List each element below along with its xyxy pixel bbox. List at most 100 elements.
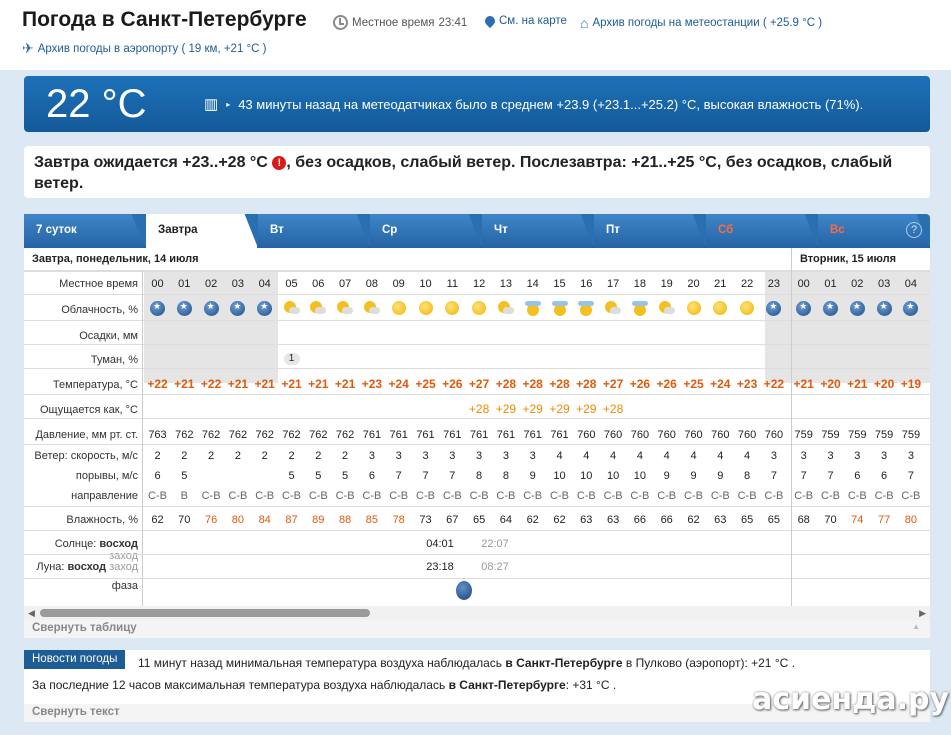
hour-cell: 07 xyxy=(338,278,352,290)
clock-icon xyxy=(333,15,348,30)
gust-cell: 6 xyxy=(881,470,888,482)
airplane-icon: ✈ xyxy=(22,40,34,56)
sunpc-icon xyxy=(363,301,380,315)
row-label-feels: Ощущается как, °C xyxy=(39,404,138,416)
cloud-cell xyxy=(492,301,519,318)
temp-cell: +23 xyxy=(736,377,758,391)
cloud-cell xyxy=(198,301,225,319)
pressure-cell: 761 xyxy=(550,429,569,441)
pressure-cell: 762 xyxy=(175,429,194,441)
row-divider xyxy=(24,506,930,507)
gust-cell: 8 xyxy=(502,470,509,482)
hour-cell: 18 xyxy=(633,278,647,290)
map-link[interactable]: См. на карте xyxy=(482,13,567,29)
wind-cell: 2 xyxy=(181,450,188,462)
tab-tomorrow[interactable]: Завтра xyxy=(146,214,258,248)
temp-cell: +19 xyxy=(900,377,922,391)
warning-icon[interactable]: ! xyxy=(272,156,287,170)
direction-cell: С-В xyxy=(764,490,784,502)
tab-7-days[interactable]: 7 суток xyxy=(24,214,146,248)
station-archive-link[interactable]: ⌂ Архив погоды на метеостанции ( +25.9 °… xyxy=(580,15,822,31)
hour-cell: 17 xyxy=(606,278,620,290)
hour-cell: 19 xyxy=(660,278,673,290)
direction-cell: С-В xyxy=(847,490,867,502)
direction-cell: С-В xyxy=(821,490,840,502)
scroll-left-icon[interactable]: ◀ xyxy=(28,608,35,619)
hour-cell: 09 xyxy=(392,278,405,290)
cloud-cell xyxy=(171,301,198,319)
scroll-right-icon[interactable]: ▶ xyxy=(919,608,926,619)
humidity-cell: 70 xyxy=(178,514,191,526)
station-archive-text[interactable]: Архив погоды на метеостанции ( +25.9 °C … xyxy=(592,17,822,29)
hour-cell: 05 xyxy=(285,278,298,290)
hour-cell: 16 xyxy=(580,278,593,290)
weather-station-icon: ⌂ xyxy=(580,15,589,31)
sunpc-icon xyxy=(497,301,514,315)
gust-cell: 7 xyxy=(907,470,914,482)
wind-cell: 4 xyxy=(610,450,617,462)
temp-cell: +21 xyxy=(254,377,275,391)
pressure-cell: 759 xyxy=(874,429,894,441)
wind-cell: 2 xyxy=(315,450,322,462)
humidity-cell: 62 xyxy=(687,514,700,526)
collapse-table-link[interactable]: Свернуть таблицу ▲ xyxy=(24,620,930,638)
hour-cell: 15 xyxy=(553,278,566,290)
collapse-arrow-icon[interactable]: ▲ xyxy=(912,622,920,631)
temp-cell: +20 xyxy=(820,377,841,391)
tab-thu[interactable]: Чт xyxy=(482,214,594,248)
cloud-cell xyxy=(871,301,898,319)
pressure-cell: 761 xyxy=(523,429,542,441)
pressure-cell: 760 xyxy=(603,429,623,441)
cloud-cell xyxy=(385,301,412,318)
temp-cell: +22 xyxy=(200,377,222,391)
wind-cell: 4 xyxy=(583,450,590,462)
temp-cell: +28 xyxy=(495,377,517,391)
local-time-label: Местное время xyxy=(352,16,435,29)
humidity-cell: 67 xyxy=(446,514,459,526)
gust-cell: 7 xyxy=(770,470,777,482)
temp-cell: +24 xyxy=(710,377,731,391)
gust-cell: 7 xyxy=(422,470,429,482)
moon-set-label: заход xyxy=(109,561,138,573)
sun-icon xyxy=(445,301,460,315)
row-divider xyxy=(24,444,930,445)
horizontal-scrollbar[interactable]: ◀ ▶ xyxy=(24,606,930,620)
forecast-tomorrow: Завтра ожидается +23..+28 °C xyxy=(34,154,268,171)
row-divider xyxy=(24,394,930,395)
temp-cell: +21 xyxy=(793,377,814,391)
map-link-text[interactable]: См. на карте xyxy=(499,15,567,27)
wind-cell: 3 xyxy=(529,450,536,462)
hour-cell: 00 xyxy=(797,278,810,290)
sunc-icon xyxy=(551,301,568,316)
cloud-cell xyxy=(251,301,278,319)
hour-cell: 06 xyxy=(312,278,325,290)
row-divider xyxy=(24,344,930,345)
temp-cell: +23 xyxy=(361,377,383,391)
airport-archive-text[interactable]: Архив погоды в аэропорту ( 19 км, +21 °C… xyxy=(38,43,267,55)
tab-sat[interactable]: Сб xyxy=(706,214,818,248)
tab-tue[interactable]: Вт xyxy=(258,214,370,248)
airport-archive-link[interactable]: ✈ Архив погоды в аэропорту ( 19 км, +21 … xyxy=(22,40,266,57)
collapse-table-text[interactable]: Свернуть таблицу xyxy=(32,622,137,634)
direction-cell: С-В xyxy=(603,490,623,502)
help-icon[interactable]: ? xyxy=(906,222,922,238)
humidity-cell: 63 xyxy=(580,514,593,526)
hour-cell: 03 xyxy=(877,278,891,290)
scrollbar-thumb[interactable] xyxy=(40,609,370,617)
temp-cell: +28 xyxy=(522,377,543,391)
pressure-cell: 761 xyxy=(496,429,516,441)
feels-cell: +29 xyxy=(549,402,570,416)
humidity-cell: 88 xyxy=(338,514,352,526)
temp-cell: +21 xyxy=(334,377,356,391)
gust-cell: 10 xyxy=(606,470,620,482)
wind-cell: 4 xyxy=(636,450,643,462)
cloud-cell xyxy=(305,301,332,318)
tab-fri[interactable]: Пт xyxy=(594,214,706,248)
row-divider xyxy=(24,294,930,295)
hour-cell: 01 xyxy=(178,278,191,290)
row-label-gusts: порывы, м/с xyxy=(75,470,138,482)
tab-wed[interactable]: Ср xyxy=(370,214,482,248)
day-tabs: 7 суток Завтра Вт Ср Чт Пт Сб Вс ? xyxy=(24,214,930,248)
gust-cell: 7 xyxy=(827,470,834,482)
direction-cell: С-В xyxy=(416,490,435,502)
